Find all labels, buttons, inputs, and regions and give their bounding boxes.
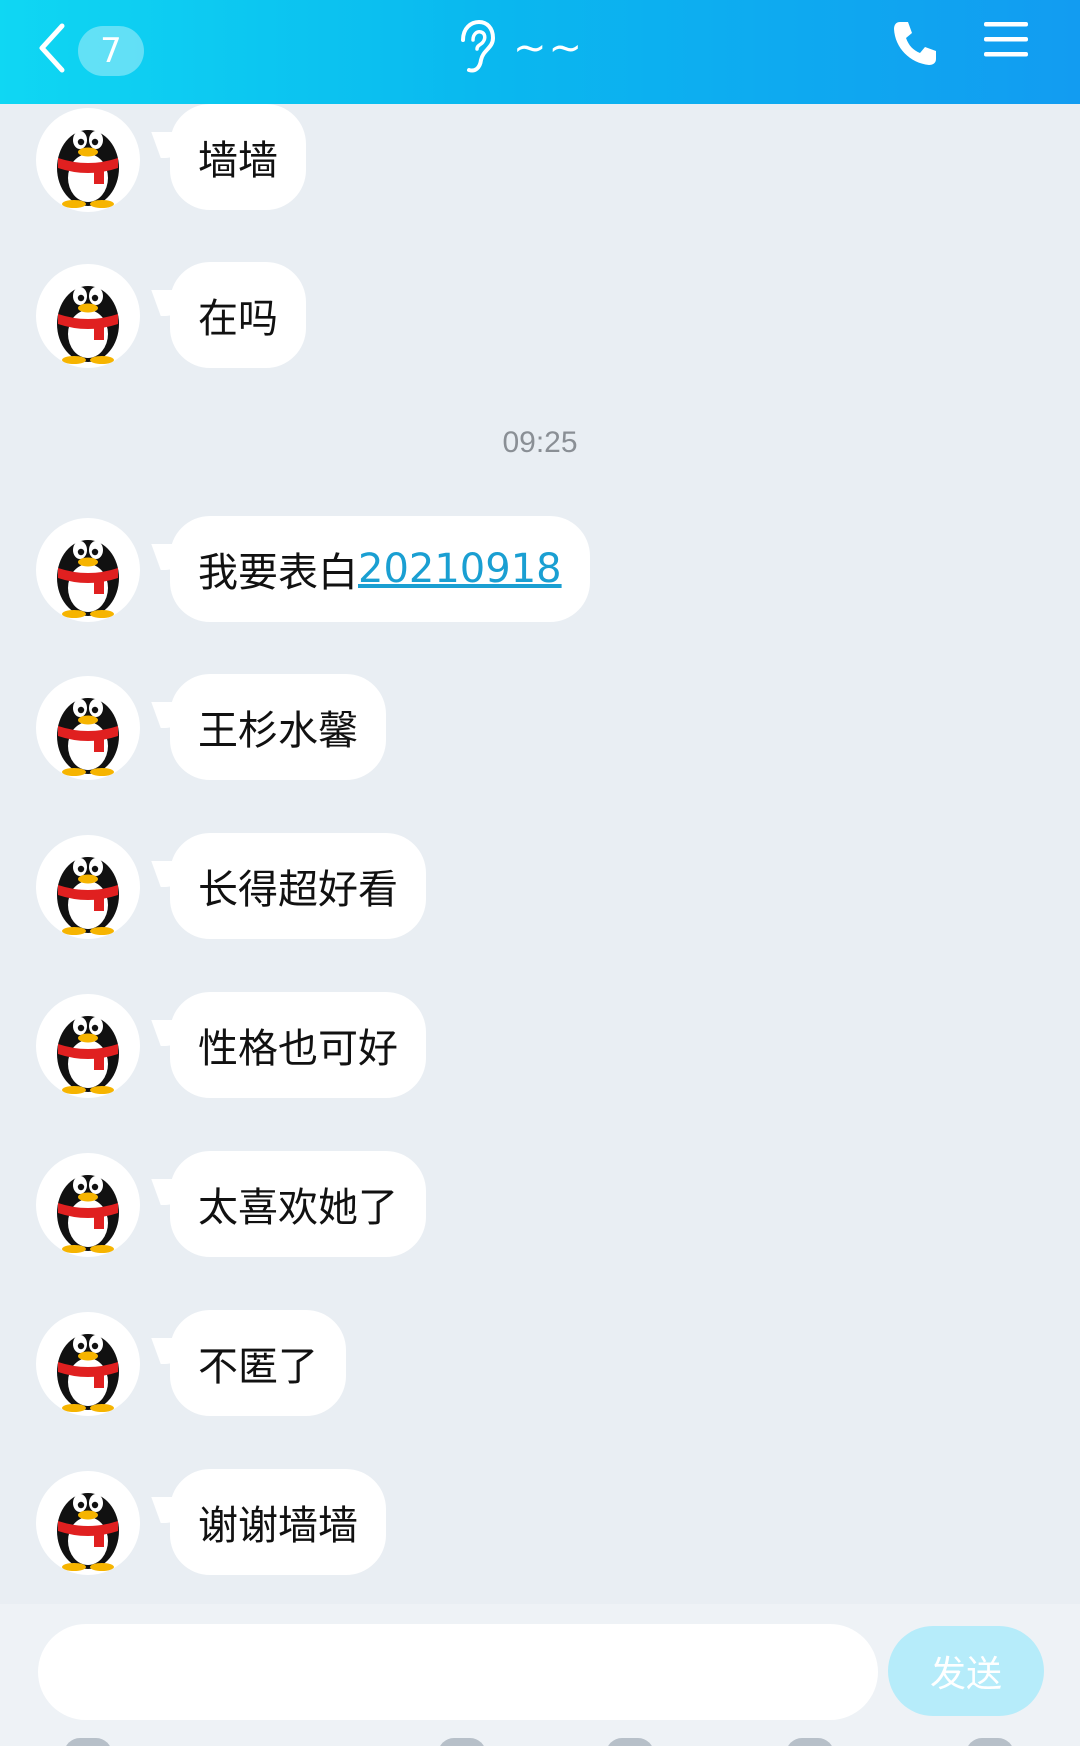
phone-icon[interactable]	[890, 18, 940, 68]
ear-icon	[461, 19, 495, 73]
message-bubble[interactable]: 谢谢墙墙	[170, 1469, 386, 1575]
message-timestamp: 09:25	[502, 426, 578, 459]
avatar[interactable]	[36, 518, 140, 622]
message-bubble[interactable]: 墙墙	[170, 104, 306, 210]
send-button[interactable]: 发送	[888, 1626, 1044, 1716]
message-bubble[interactable]: 长得超好看	[170, 833, 426, 939]
message-text: 我要表白	[198, 550, 358, 596]
penguin-avatar-icon	[57, 130, 119, 208]
chat-title: ~~	[513, 25, 585, 71]
message-bubble[interactable]: 不匿了	[170, 1310, 346, 1416]
avatar[interactable]	[36, 264, 140, 368]
avatar[interactable]	[36, 1153, 140, 1257]
message-text: 长得超好看	[198, 867, 398, 913]
toolbar-icon[interactable]	[64, 1738, 112, 1746]
message-input[interactable]	[38, 1624, 878, 1720]
avatar[interactable]	[36, 676, 140, 780]
penguin-avatar-icon	[57, 698, 119, 776]
avatar[interactable]	[36, 994, 140, 1098]
avatar[interactable]	[36, 835, 140, 939]
message-text: 不匿了	[198, 1344, 318, 1390]
message-bubble[interactable]: 性格也可好	[170, 992, 426, 1098]
message-bubble[interactable]: 太喜欢她了	[170, 1151, 426, 1257]
toolbar-icon[interactable]	[438, 1738, 486, 1746]
message-bubble[interactable]: 在吗	[170, 262, 306, 368]
penguin-avatar-icon	[57, 1016, 119, 1094]
toolbar-icon[interactable]	[966, 1738, 1014, 1746]
message-bubble[interactable]: 王杉水馨	[170, 674, 386, 780]
message-text: 谢谢墙墙	[198, 1503, 358, 1549]
message-text: 太喜欢她了	[198, 1185, 398, 1231]
chat-header: 7 ~~	[0, 0, 1080, 104]
message-link[interactable]: 20210918	[358, 546, 562, 592]
unread-count-badge: 7	[78, 26, 144, 76]
message-bubble[interactable]: 我要表白 20210918	[170, 516, 590, 622]
message-text: 王杉水馨	[198, 708, 358, 754]
chat-title-area[interactable]: ~~	[455, 18, 655, 82]
message-list[interactable]: 墙墙 在吗 09:25 我要表白 20210918 王杉水馨 长得超好看 性格也…	[0, 104, 1080, 1604]
toolbar-icon[interactable]	[606, 1738, 654, 1746]
toolbar-icon[interactable]	[786, 1738, 834, 1746]
hamburger-menu-icon[interactable]	[982, 18, 1030, 62]
penguin-avatar-icon	[57, 1493, 119, 1571]
message-text: 在吗	[198, 296, 278, 342]
message-text: 性格也可好	[198, 1026, 398, 1072]
avatar[interactable]	[36, 1471, 140, 1575]
penguin-avatar-icon	[57, 286, 119, 364]
chevron-left-icon	[39, 23, 65, 73]
message-text: 墙墙	[198, 138, 278, 184]
avatar[interactable]	[36, 1312, 140, 1416]
penguin-avatar-icon	[57, 540, 119, 618]
penguin-avatar-icon	[57, 1175, 119, 1253]
avatar[interactable]	[36, 108, 140, 212]
back-button[interactable]: 7	[36, 14, 146, 86]
input-bar: 发送	[0, 1604, 1080, 1746]
penguin-avatar-icon	[57, 1334, 119, 1412]
penguin-avatar-icon	[57, 857, 119, 935]
